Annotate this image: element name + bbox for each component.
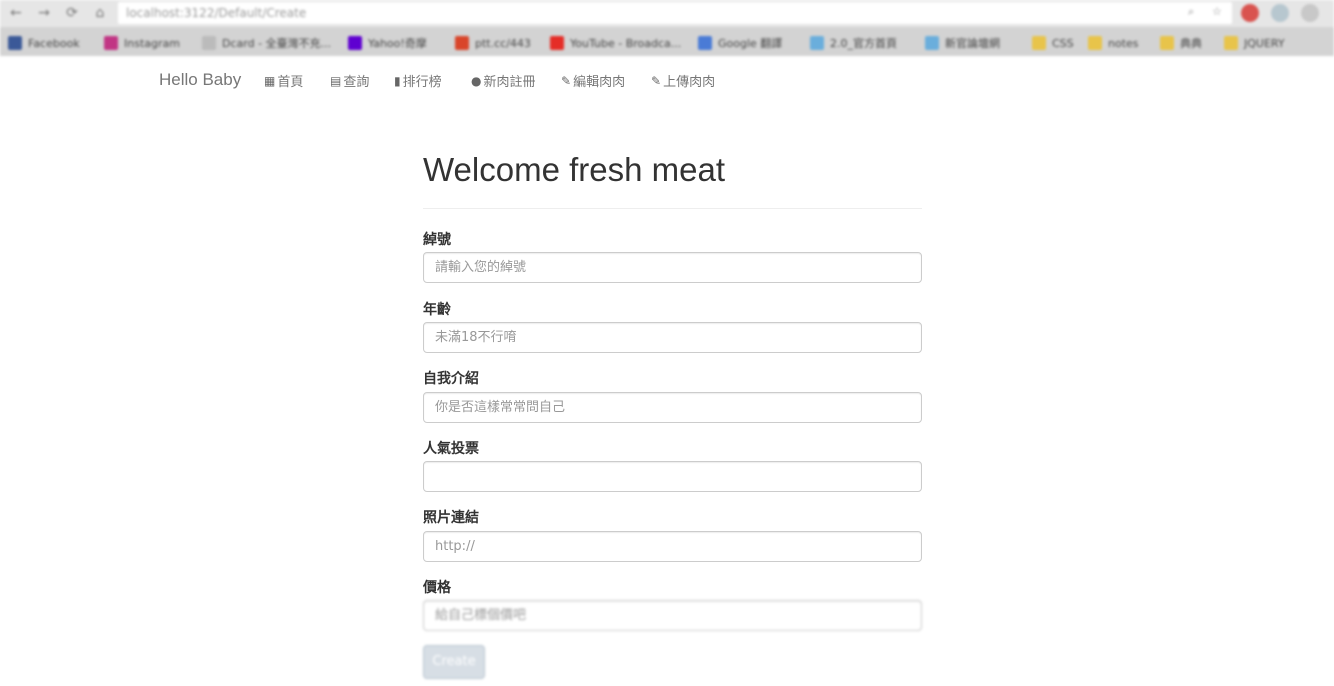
- nav-item-label: 首頁: [277, 75, 304, 90]
- nav-item-label: 排行榜: [402, 75, 442, 90]
- menu-icon[interactable]: [1301, 4, 1319, 22]
- bookmark-icon: [810, 36, 824, 50]
- bookmark-icon: [8, 36, 22, 50]
- bookmark-icon: [925, 36, 939, 50]
- bookmark-icon: [348, 36, 362, 50]
- photo-link-input[interactable]: [423, 531, 922, 562]
- photo-link-label: 照片連結: [423, 510, 479, 526]
- stats-icon: ▮: [394, 73, 401, 88]
- site-navbar: Hello Baby ▦ 首頁 ▤ 查詢 ▮ 排行榜 ● 新肉註冊 ✎ 編輯肉肉 ✎ 上傳肉肉: [0, 56, 1334, 106]
- forward-arrow-icon[interactable]: →: [36, 5, 52, 21]
- title-divider: [423, 208, 922, 209]
- nickname-input[interactable]: [423, 252, 922, 283]
- bookmark-label: CSS: [1052, 36, 1074, 50]
- nickname-label: 綽號: [423, 232, 451, 248]
- create-button[interactable]: Create: [423, 645, 485, 679]
- bookmark-item[interactable]: 新官論壇網: [925, 35, 1000, 51]
- th-icon: ▦: [264, 73, 276, 88]
- nav-item-label: 查詢: [343, 75, 370, 90]
- nav-item-1[interactable]: ▤ 查詢: [330, 71, 370, 91]
- age-input[interactable]: [423, 322, 922, 353]
- popularity-vote-label: 人氣投票: [423, 441, 479, 457]
- bookmark-icon: [1088, 36, 1102, 50]
- popularity-vote-input[interactable]: [423, 461, 922, 492]
- brand-link[interactable]: Hello Baby: [159, 70, 241, 90]
- bookmark-item[interactable]: Dcard - 全臺灣不充...: [202, 35, 331, 51]
- bookmark-icon: [550, 36, 564, 50]
- bookmark-item[interactable]: Google 翻譯: [698, 35, 782, 51]
- nav-item-3[interactable]: ● 新肉註冊: [471, 71, 536, 91]
- bookmark-icon: [202, 36, 216, 50]
- nav-item-label: 編輯肉肉: [573, 75, 626, 90]
- bookmark-item[interactable]: ptt.cc/443: [455, 35, 531, 51]
- search-icon[interactable]: ⌕: [1188, 6, 1200, 18]
- bookmark-item[interactable]: 2.0_官方首頁: [810, 35, 897, 51]
- star-icon[interactable]: ☆: [1212, 6, 1224, 18]
- bookmark-label: Facebook: [28, 36, 80, 50]
- bookmark-item[interactable]: 典典: [1160, 35, 1202, 51]
- bookmark-label: Yahoo!奇摩: [368, 37, 427, 50]
- bookmark-icon: [698, 36, 712, 50]
- extension-icon[interactable]: [1241, 4, 1259, 22]
- browser-chrome: ← → ⟳ ⌂ localhost:3122/Default/Create ⌕ …: [0, 0, 1334, 56]
- bookmark-item[interactable]: CSS: [1032, 35, 1074, 51]
- address-bar[interactable]: localhost:3122/Default/Create: [118, 2, 1232, 24]
- address-text: localhost:3122/Default/Create: [126, 6, 307, 20]
- reload-icon[interactable]: ⟳: [64, 5, 80, 21]
- bookmark-icon: [455, 36, 469, 50]
- self-intro-label: 自我介紹: [423, 371, 479, 387]
- bookmark-label: 典典: [1180, 37, 1202, 50]
- bookmark-item[interactable]: Facebook: [8, 35, 80, 51]
- nav-item-label: 新肉註冊: [483, 75, 536, 90]
- bookmark-icon: [1160, 36, 1174, 50]
- bookmark-item[interactable]: JQUERY: [1224, 35, 1285, 51]
- bookmark-item[interactable]: notes: [1088, 35, 1139, 51]
- bookmark-icon: [1224, 36, 1238, 50]
- price-input[interactable]: [423, 600, 922, 631]
- pencil-icon: ✎: [561, 73, 572, 88]
- nav-item-2[interactable]: ▮ 排行榜: [394, 71, 442, 91]
- bookmark-label: Google 翻譯: [718, 37, 783, 50]
- nav-item-label: 上傳肉肉: [663, 75, 716, 90]
- bookmark-item[interactable]: Instagram: [104, 35, 180, 51]
- age-label: 年齡: [423, 302, 451, 318]
- nav-item-5[interactable]: ✎ 上傳肉肉: [651, 71, 716, 91]
- self-intro-input[interactable]: [423, 392, 922, 423]
- back-arrow-icon[interactable]: ←: [8, 5, 24, 21]
- bookmark-label: JQUERY: [1244, 36, 1285, 50]
- bookmarks-bar: Facebook Instagram Dcard - 全臺灣不充... Yahoo!奇…: [0, 28, 1334, 56]
- page-title: Welcome fresh meat: [423, 151, 725, 188]
- bookmark-icon: [1032, 36, 1046, 50]
- bookmark-label: Dcard - 全臺灣不充...: [222, 37, 332, 50]
- bookmark-label: Instagram: [124, 36, 180, 50]
- bookmark-label: YouTube - Broadca...: [570, 36, 682, 50]
- bookmark-label: notes: [1108, 36, 1139, 50]
- nav-item-0[interactable]: ▦ 首頁: [264, 71, 304, 91]
- user-icon: ●: [471, 73, 482, 88]
- extension-icon[interactable]: [1271, 4, 1289, 22]
- home-icon[interactable]: ⌂: [92, 5, 108, 21]
- nav-item-4[interactable]: ✎ 編輯肉肉: [561, 71, 626, 91]
- pencil-icon: ✎: [651, 73, 662, 88]
- bookmark-label: 新官論壇網: [945, 37, 1000, 50]
- bookmark-label: 2.0_官方首頁: [830, 37, 897, 50]
- bookmark-label: ptt.cc/443: [475, 36, 531, 50]
- browser-toolbar: ← → ⟳ ⌂ localhost:3122/Default/Create ⌕ …: [0, 0, 1334, 27]
- bookmark-icon: [104, 36, 118, 50]
- bookmark-item[interactable]: Yahoo!奇摩: [348, 35, 427, 51]
- price-label: 價格: [423, 580, 451, 596]
- bookmark-item[interactable]: YouTube - Broadca...: [550, 35, 681, 51]
- list-alt-icon: ▤: [330, 73, 342, 88]
